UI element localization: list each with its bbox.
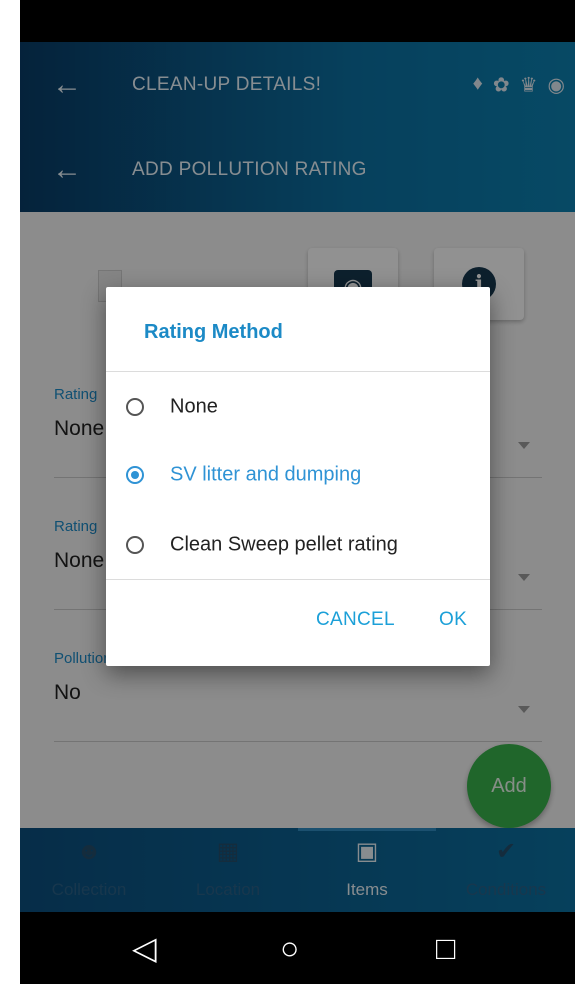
dialog-divider xyxy=(106,371,490,372)
option-label: Clean Sweep pellet rating xyxy=(170,533,398,556)
triangle-back-icon[interactable]: ◁ xyxy=(132,930,157,966)
square-recents-icon[interactable]: □ xyxy=(436,930,455,966)
dialog-divider xyxy=(106,579,490,580)
radio-unchecked-icon[interactable] xyxy=(126,536,144,554)
option-none[interactable]: None xyxy=(106,375,490,439)
option-label: None xyxy=(170,395,218,418)
cancel-button[interactable]: CANCEL xyxy=(316,609,395,631)
option-label: SV litter and dumping xyxy=(170,463,362,486)
phone-screen: ← CLEAN-UP DETAILS! ♦ ✿ ♛ ◉ ← ADD POLLUT… xyxy=(20,0,575,984)
option-sv-litter-and-dumping[interactable]: SV litter and dumping xyxy=(106,443,490,507)
dialog-title: Rating Method xyxy=(144,321,283,343)
radio-checked-icon[interactable] xyxy=(126,466,144,484)
circle-home-icon[interactable]: ○ xyxy=(280,930,299,966)
system-nav-bar: ◁ ○ □ xyxy=(20,912,575,984)
ok-button[interactable]: OK xyxy=(439,609,467,631)
radio-unchecked-icon[interactable] xyxy=(126,398,144,416)
option-clean-sweep-pellet-rating[interactable]: Clean Sweep pellet rating xyxy=(106,513,490,577)
rating-method-dialog: Rating Method None SV litter and dumping… xyxy=(106,287,490,666)
